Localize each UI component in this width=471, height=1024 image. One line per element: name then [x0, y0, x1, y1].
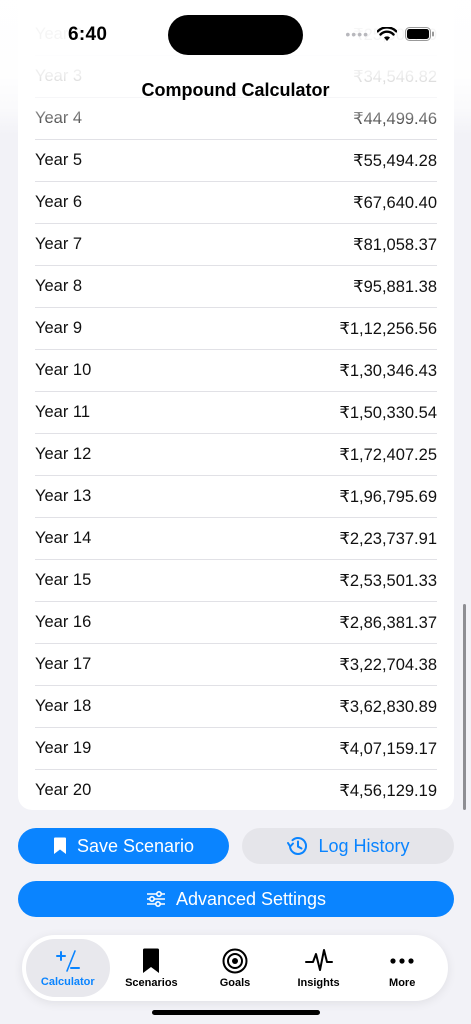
year-label: Year 20 [35, 781, 92, 799]
table-row: Year 19 ₹4,07,159.17 [35, 728, 437, 770]
tab-goals-label: Goals [219, 976, 251, 989]
tab-calculator-label: Calculator [40, 975, 95, 988]
table-row: Year 13 ₹1,96,795.69 [35, 476, 437, 518]
year-value: ₹1,72,407.25 [339, 445, 437, 464]
table-row: Year 5 ₹55,494.28 [35, 140, 437, 182]
tab-scenarios[interactable]: Scenarios [110, 939, 194, 997]
year-label: Year 19 [35, 739, 92, 757]
table-row: Year 9 ₹1,12,256.56 [35, 308, 437, 350]
save-scenario-label: Save Scenario [76, 835, 195, 856]
dynamic-island [168, 15, 303, 55]
table-row: Year 8 ₹95,881.38 [35, 266, 437, 308]
history-clock-icon [287, 837, 308, 855]
target-icon [222, 948, 248, 973]
home-indicator [152, 1010, 320, 1015]
bookmark-icon [53, 837, 66, 854]
status-time: 6:40 [68, 24, 108, 45]
year-value: ₹1,96,795.69 [339, 487, 437, 506]
tab-calculator[interactable]: Calculator [26, 939, 110, 997]
table-row: Year 20 ₹4,56,129.19 [35, 770, 437, 810]
waveform-icon [304, 948, 333, 971]
year-label: Year 11 [35, 403, 91, 421]
year-value: ₹3,22,704.38 [339, 655, 437, 674]
year-value: ₹2,23,737.91 [339, 529, 437, 548]
table-row: Year 15 ₹2,53,501.33 [35, 560, 437, 602]
year-value: ₹95,881.38 [353, 277, 437, 296]
year-value: ₹2,53,501.33 [339, 571, 437, 590]
year-value: ₹3,62,830.89 [339, 697, 437, 716]
advanced-settings-label: Advanced Settings [175, 888, 327, 909]
bookmark-icon [143, 948, 160, 973]
year-value: ₹4,56,129.19 [339, 781, 437, 800]
tab-more[interactable]: More [360, 939, 444, 997]
status-icons: •••• [345, 26, 435, 42]
status-bar: 6:40 •••• [0, 0, 471, 70]
year-label: Year 7 [35, 235, 83, 253]
year-label: Year 18 [35, 697, 92, 715]
year-value: ₹1,50,330.54 [339, 403, 437, 422]
tab-more-label: More [389, 976, 416, 989]
results-card: Year 2 ₹25,000.00 Year 3 ₹34,546.82 Year 4 ₹4… [18, 0, 454, 810]
table-row: Year 12 ₹1,72,407.25 [35, 434, 437, 476]
year-list[interactable]: Year 2 ₹25,000.00 Year 3 ₹34,546.82 Year 4 ₹4… [35, 14, 437, 810]
advanced-settings-button[interactable]: Advanced Settings [18, 881, 454, 917]
tab-insights[interactable]: Insights [277, 939, 361, 997]
year-value: ₹81,058.37 [353, 235, 437, 254]
year-label: Year 13 [35, 487, 92, 505]
log-history-label: Log History [318, 835, 410, 856]
year-value: ₹67,640.40 [353, 193, 437, 212]
table-row: Year 7 ₹81,058.37 [35, 224, 437, 266]
scroll-indicator[interactable] [463, 604, 466, 810]
year-value: ₹1,30,346.43 [339, 361, 437, 380]
tab-goals[interactable]: Goals [193, 939, 277, 997]
table-row: Year 16 ₹2,86,381.37 [35, 602, 437, 644]
year-value: ₹4,07,159.17 [339, 739, 437, 758]
more-icon [390, 957, 414, 964]
page-title: Compound Calculator [141, 80, 330, 100]
tab-scenarios-label: Scenarios [125, 976, 178, 989]
year-label: Year 12 [35, 445, 92, 463]
year-value: ₹1,12,256.56 [339, 319, 437, 338]
table-row: Year 11 ₹1,50,330.54 [35, 392, 437, 434]
save-scenario-button[interactable]: Save Scenario [18, 828, 229, 864]
year-label: Year 17 [35, 655, 92, 673]
year-value: ₹2,86,381.37 [339, 613, 437, 632]
year-label: Year 16 [35, 613, 92, 631]
battery-icon [405, 27, 434, 41]
year-label: Year 15 [35, 571, 92, 589]
year-label: Year 9 [35, 319, 83, 337]
year-label: Year 10 [35, 361, 92, 379]
table-row: Year 6 ₹67,640.40 [35, 182, 437, 224]
table-row: Year 17 ₹3,22,704.38 [35, 644, 437, 686]
year-label: Year 5 [35, 151, 83, 169]
tab-insights-label: Insights [297, 976, 340, 989]
year-label: Year 14 [35, 529, 92, 547]
year-label: Year 6 [35, 193, 83, 211]
tab-bar: Calculator Scenarios Goals Insights More [22, 935, 448, 1001]
year-label: Year 4 [35, 109, 83, 127]
plus-minus-icon [55, 949, 80, 972]
table-row: Year 10 ₹1,30,346.43 [35, 350, 437, 392]
signal-icon: •••• [345, 26, 369, 42]
year-label: Year 8 [35, 277, 83, 295]
table-row: Year 4 ₹44,499.46 [35, 98, 437, 140]
year-value: ₹44,499.46 [353, 109, 437, 128]
table-row: Year 14 ₹2,23,737.91 [35, 518, 437, 560]
sliders-icon [146, 891, 165, 907]
year-value: ₹55,494.28 [353, 151, 437, 170]
table-row: Year 18 ₹3,62,830.89 [35, 686, 437, 728]
wifi-icon [377, 26, 397, 41]
log-history-button[interactable]: Log History [242, 828, 454, 864]
